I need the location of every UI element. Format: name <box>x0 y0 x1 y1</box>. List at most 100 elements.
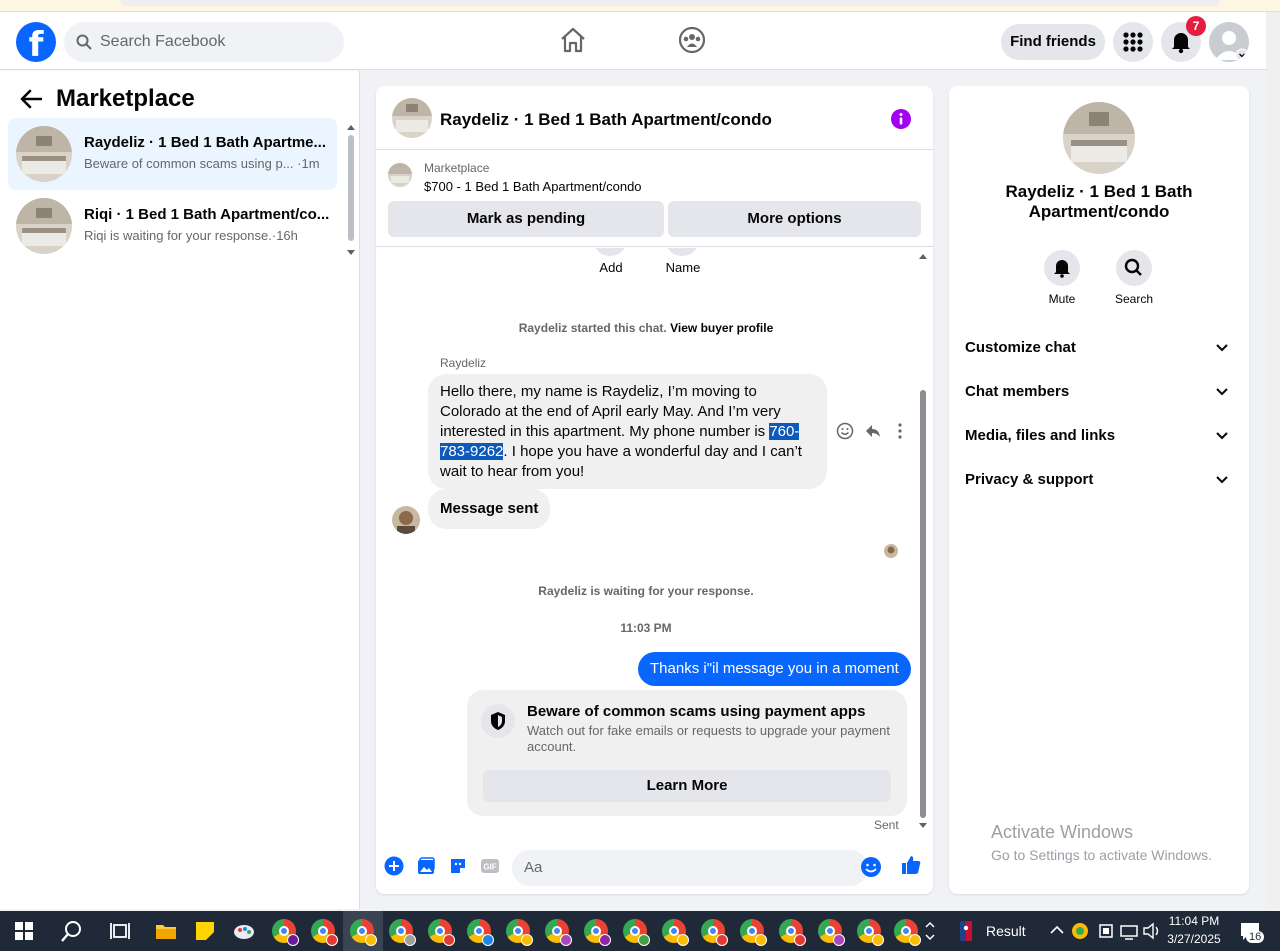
search-icon <box>1124 258 1142 276</box>
chrome-profile-icon[interactable] <box>506 919 533 946</box>
chrome-profile-icon[interactable] <box>701 919 728 946</box>
incoming-message-bubble[interactable]: Hello there, my name is Raydeliz, I’m mo… <box>428 374 827 489</box>
chrome-profile-icon[interactable] <box>779 919 806 946</box>
chrome-profile-icon[interactable] <box>545 919 572 946</box>
selected-phone-text: 760- <box>769 423 800 440</box>
chrome-profile-icon[interactable] <box>740 919 767 946</box>
mute-label: Mute <box>1048 292 1076 306</box>
more-vertical-icon[interactable] <box>896 422 904 440</box>
conversation-item-raydeliz[interactable]: Raydeliz · 1 Bed 1 Bath Apartme... Bewar… <box>8 118 337 190</box>
chrome-profile-icon[interactable] <box>584 919 611 946</box>
listing-title[interactable]: $700 - 1 Bed 1 Bath Apartment/condo <box>424 179 642 194</box>
chrome-profile-icon[interactable] <box>623 919 650 946</box>
chrome-profile-icon[interactable] <box>389 919 416 946</box>
scroll-up-icon[interactable] <box>346 123 356 131</box>
clock-time[interactable]: 11:04 PM <box>1166 914 1222 928</box>
sender-avatar[interactable] <box>392 506 420 534</box>
chat-scrollbar[interactable] <box>916 250 930 830</box>
volume-icon[interactable] <box>1140 919 1164 943</box>
menu-button[interactable] <box>1113 22 1153 62</box>
outgoing-message-bubble[interactable]: Thanks i"il message you in a moment <box>638 652 911 686</box>
clock-date[interactable]: 3/27/2025 <box>1166 932 1222 946</box>
chat-avatar[interactable] <box>392 98 432 138</box>
gif-icon[interactable]: GIF <box>480 856 500 876</box>
browser-strip <box>0 0 1280 12</box>
photo-icon[interactable] <box>416 856 436 876</box>
message-input[interactable]: Aa <box>512 850 868 886</box>
media-files-links-row[interactable]: Media, files and links <box>965 424 1233 448</box>
shield-icon-container <box>481 704 515 738</box>
chat-title[interactable]: Raydeliz · 1 Bed 1 Bath Apartment/condo <box>440 110 772 130</box>
activate-windows-watermark: Activate Windows Go to Settings to activ… <box>991 822 1212 863</box>
reply-icon[interactable] <box>864 422 882 440</box>
windows-start-icon[interactable] <box>12 919 36 943</box>
notification-count-badge: 7 <box>1186 16 1206 36</box>
profile-silhouette-icon <box>1215 31 1249 62</box>
back-arrow-icon[interactable] <box>20 89 42 109</box>
message-sent-bubble[interactable]: Message sent <box>428 489 551 529</box>
privacy-support-row[interactable]: Privacy & support <box>965 468 1233 492</box>
windows-taskbar: Result 11:04 PM 3/27/2025 16 <box>0 911 1280 951</box>
chrome-profile-icon[interactable] <box>894 919 921 946</box>
chevron-down-icon <box>1216 344 1228 352</box>
chat-profile-photo[interactable] <box>1063 102 1135 174</box>
facebook-logo[interactable]: f <box>16 22 56 62</box>
sticker-icon[interactable] <box>448 856 468 876</box>
panel-title: Marketplace <box>56 85 195 112</box>
chevron-down-icon <box>1216 476 1228 484</box>
chrome-profile-icon[interactable] <box>428 919 455 946</box>
home-icon[interactable] <box>559 26 587 54</box>
emoji-icon[interactable] <box>860 856 882 878</box>
add-label[interactable]: Add <box>586 260 636 275</box>
message-composer: GIF Aa <box>376 844 933 894</box>
plus-circle-icon[interactable] <box>384 856 404 876</box>
chrome-profile-icon[interactable] <box>311 919 338 946</box>
name-icon[interactable] <box>667 248 697 256</box>
chrome-profile-icon[interactable] <box>350 919 377 946</box>
grid-menu-icon <box>1123 32 1143 52</box>
view-buyer-profile-link[interactable]: View buyer profile <box>670 321 773 335</box>
search-input[interactable]: Search Facebook <box>64 22 344 62</box>
device-icon[interactable] <box>1094 919 1118 943</box>
add-contact-icon[interactable] <box>595 248 625 256</box>
conversation-item-riqi[interactable]: Riqi · 1 Bed 1 Bath Apartment/co... Riqi… <box>8 190 337 262</box>
nba-icon[interactable] <box>954 919 978 943</box>
sticky-notes-icon[interactable] <box>193 919 217 943</box>
scroll-down-icon[interactable] <box>346 249 356 257</box>
chrome-profile-icon[interactable] <box>662 919 689 946</box>
file-explorer-icon[interactable] <box>154 919 178 943</box>
tray-app-icon[interactable] <box>1068 919 1092 943</box>
thumbs-up-icon[interactable] <box>900 854 922 876</box>
scroll-down-icon[interactable] <box>916 822 930 830</box>
taskbar-scroll-icon[interactable] <box>923 919 937 943</box>
find-friends-button[interactable]: Find friends <box>1001 24 1105 60</box>
chrome-profile-icon[interactable] <box>818 919 845 946</box>
chrome-profile-icon[interactable] <box>467 919 494 946</box>
paint-app-icon[interactable] <box>232 919 256 943</box>
customize-chat-row[interactable]: Customize chat <box>965 336 1233 360</box>
chrome-profile-icon[interactable] <box>857 919 884 946</box>
scroll-up-icon[interactable] <box>916 252 930 260</box>
task-view-icon[interactable] <box>108 919 132 943</box>
account-avatar[interactable] <box>1209 22 1249 62</box>
learn-more-button[interactable]: Learn More <box>483 770 891 802</box>
conversation-snippet: Riqi is waiting for your response.·16h <box>84 228 298 243</box>
network-icon[interactable] <box>1117 919 1141 943</box>
read-receipt-avatar <box>884 544 898 558</box>
show-hidden-icons-chevron[interactable] <box>1045 919 1069 943</box>
page-scrollbar[interactable] <box>1266 12 1280 909</box>
chat-members-row[interactable]: Chat members <box>965 380 1233 404</box>
chevron-down-icon <box>1216 432 1228 440</box>
name-label[interactable]: Name <box>658 260 708 275</box>
search-in-chat-button[interactable]: Search <box>1104 250 1164 306</box>
mark-as-pending-button[interactable]: Mark as pending <box>388 201 664 237</box>
conversation-list-scrollbar[interactable] <box>346 121 356 261</box>
mute-button[interactable]: Mute <box>1032 250 1092 306</box>
taskbar-search-icon[interactable] <box>60 919 84 943</box>
widget-result-label[interactable]: Result <box>986 923 1026 939</box>
react-emoji-icon[interactable] <box>836 422 854 440</box>
chrome-profile-icon[interactable] <box>272 919 299 946</box>
info-icon[interactable] <box>890 108 912 130</box>
groups-icon[interactable] <box>678 26 706 54</box>
more-options-button[interactable]: More options <box>668 201 921 237</box>
